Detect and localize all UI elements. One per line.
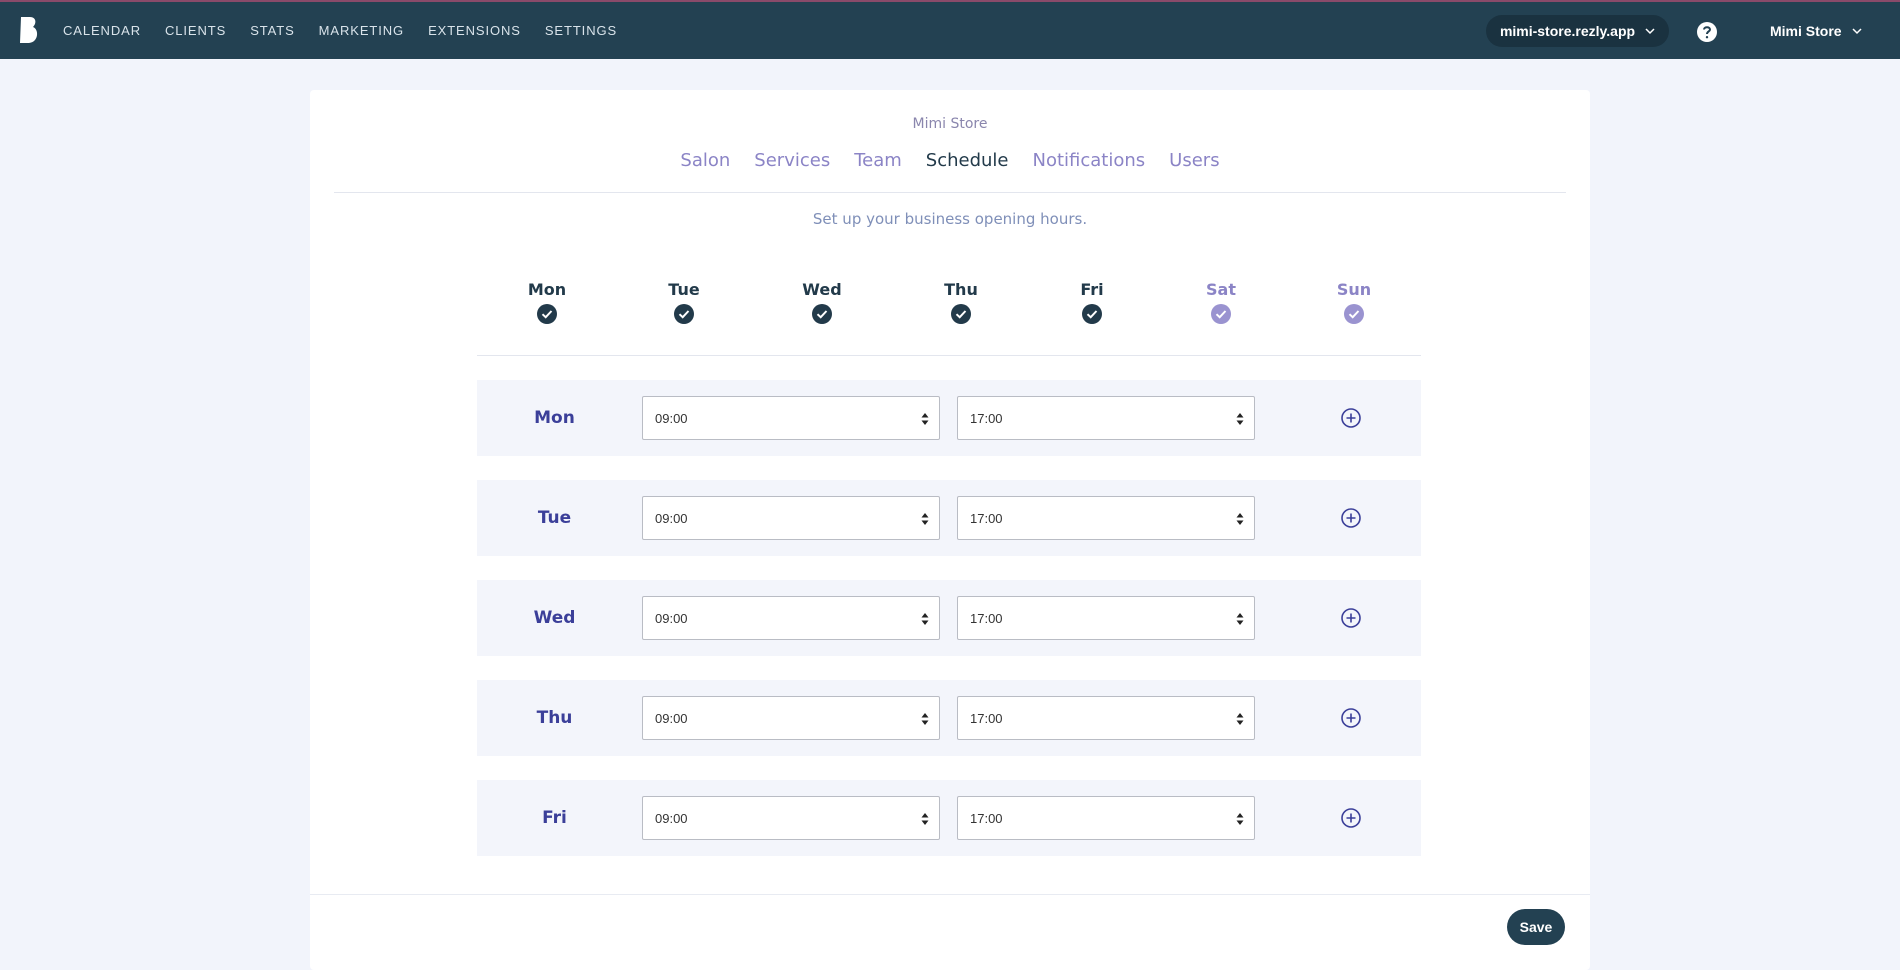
day-toggle-mon[interactable]: Mon (507, 280, 587, 328)
add-interval-icon[interactable] (1340, 707, 1362, 729)
day-toggle-fri[interactable]: Fri (1052, 280, 1132, 328)
divider (334, 192, 1566, 193)
domain-label: mimi-store.rezly.app (1499, 23, 1636, 39)
tab-services[interactable]: Services (754, 150, 830, 171)
page-subtitle: Set up your business opening hours. (812, 210, 1088, 228)
end-time-select[interactable]: 17:00 (957, 696, 1255, 740)
nav-stats[interactable]: STATS (250, 23, 294, 38)
sort-arrows-icon (1236, 813, 1244, 825)
end-time-value: 17:00 (970, 810, 1003, 826)
tab-notifications[interactable]: Notifications (1033, 150, 1146, 171)
add-interval-icon[interactable] (1340, 607, 1362, 629)
brand-logo-icon[interactable] (18, 16, 40, 44)
day-toggle-label: Tue (668, 280, 700, 299)
day-toggle-label: Fri (1080, 280, 1104, 299)
sort-arrows-icon (921, 413, 929, 425)
divider (477, 355, 1421, 356)
start-time-select[interactable]: 09:00 (642, 696, 940, 740)
add-interval-icon[interactable] (1340, 407, 1362, 429)
check-circle-icon (1344, 304, 1364, 324)
chevron-down-icon (1645, 28, 1655, 35)
sort-arrows-icon (1236, 413, 1244, 425)
settings-card: Mimi Store Salon Services Team Schedule … (310, 90, 1590, 970)
sort-arrows-icon (921, 813, 929, 825)
day-toggle-sat[interactable]: Sat (1181, 280, 1261, 328)
row-day-label: Wed (533, 608, 576, 628)
nav-marketing[interactable]: MARKETING (319, 23, 404, 38)
end-time-select[interactable]: 17:00 (957, 796, 1255, 840)
sort-arrows-icon (921, 713, 929, 725)
sort-arrows-icon (921, 513, 929, 525)
nav-settings[interactable]: SETTINGS (545, 23, 617, 38)
sort-arrows-icon (921, 613, 929, 625)
end-time-select[interactable]: 17:00 (957, 396, 1255, 440)
main-nav: CALENDAR CLIENTS STATS MARKETING EXTENSI… (63, 2, 641, 59)
hours-row-fri: Fri 09:00 17:00 (477, 780, 1421, 856)
nav-extensions[interactable]: EXTENSIONS (428, 23, 521, 38)
hours-row-wed: Wed 09:00 17:00 (477, 580, 1421, 656)
sort-arrows-icon (1236, 613, 1244, 625)
end-time-value: 17:00 (970, 610, 1003, 626)
hours-row-thu: Thu 09:00 17:00 (477, 680, 1421, 756)
top-navbar: CALENDAR CLIENTS STATS MARKETING EXTENSI… (0, 0, 1900, 59)
add-interval-icon[interactable] (1340, 807, 1362, 829)
chevron-down-icon (1852, 28, 1862, 35)
help-icon[interactable] (1696, 21, 1718, 43)
end-time-select[interactable]: 17:00 (957, 596, 1255, 640)
row-day-label: Tue (537, 508, 572, 528)
check-circle-icon (537, 304, 557, 324)
start-time-value: 09:00 (655, 410, 688, 426)
user-name: Mimi Store (1770, 23, 1842, 39)
end-time-select[interactable]: 17:00 (957, 496, 1255, 540)
tab-salon[interactable]: Salon (680, 150, 730, 171)
divider (310, 894, 1590, 895)
tab-team[interactable]: Team (854, 150, 902, 171)
start-time-value: 09:00 (655, 810, 688, 826)
sort-arrows-icon (1236, 713, 1244, 725)
tab-schedule[interactable]: Schedule (926, 150, 1009, 171)
row-day-label: Thu (536, 708, 573, 728)
store-name: Mimi Store (912, 116, 988, 132)
start-time-value: 09:00 (655, 610, 688, 626)
save-button[interactable]: Save (1507, 909, 1565, 945)
add-interval-icon[interactable] (1340, 507, 1362, 529)
end-time-value: 17:00 (970, 410, 1003, 426)
check-circle-icon (1211, 304, 1231, 324)
end-time-value: 17:00 (970, 510, 1003, 526)
day-toggle-label: Thu (944, 280, 978, 299)
day-toggle-label: Wed (802, 280, 842, 299)
end-time-value: 17:00 (970, 710, 1003, 726)
check-circle-icon (674, 304, 694, 324)
day-toggle-label: Sun (1336, 280, 1372, 299)
start-time-select[interactable]: 09:00 (642, 496, 940, 540)
check-circle-icon (951, 304, 971, 324)
start-time-select[interactable]: 09:00 (642, 796, 940, 840)
check-circle-icon (1082, 304, 1102, 324)
start-time-select[interactable]: 09:00 (642, 396, 940, 440)
start-time-value: 09:00 (655, 710, 688, 726)
day-toggle-wed[interactable]: Wed (782, 280, 862, 328)
hours-row-mon: Mon 09:00 17:00 (477, 380, 1421, 456)
start-time-value: 09:00 (655, 510, 688, 526)
row-day-label: Fri (542, 808, 567, 828)
day-toggle-sun[interactable]: Sun (1314, 280, 1394, 328)
start-time-select[interactable]: 09:00 (642, 596, 940, 640)
settings-tabs: Salon Services Team Schedule Notificatio… (310, 150, 1590, 171)
day-toggle-label: Mon (527, 280, 567, 299)
nav-calendar[interactable]: CALENDAR (63, 23, 141, 38)
day-toggle-tue[interactable]: Tue (644, 280, 724, 328)
nav-clients[interactable]: CLIENTS (165, 23, 226, 38)
row-day-label: Mon (534, 408, 575, 428)
day-toggle-label: Sat (1206, 280, 1236, 299)
sort-arrows-icon (1236, 513, 1244, 525)
check-circle-icon (812, 304, 832, 324)
tab-users[interactable]: Users (1169, 150, 1219, 171)
user-menu[interactable]: Mimi Store (1770, 15, 1862, 47)
day-toggle-thu[interactable]: Thu (921, 280, 1001, 328)
hours-row-tue: Tue 09:00 17:00 (477, 480, 1421, 556)
domain-selector[interactable]: mimi-store.rezly.app (1486, 15, 1669, 47)
